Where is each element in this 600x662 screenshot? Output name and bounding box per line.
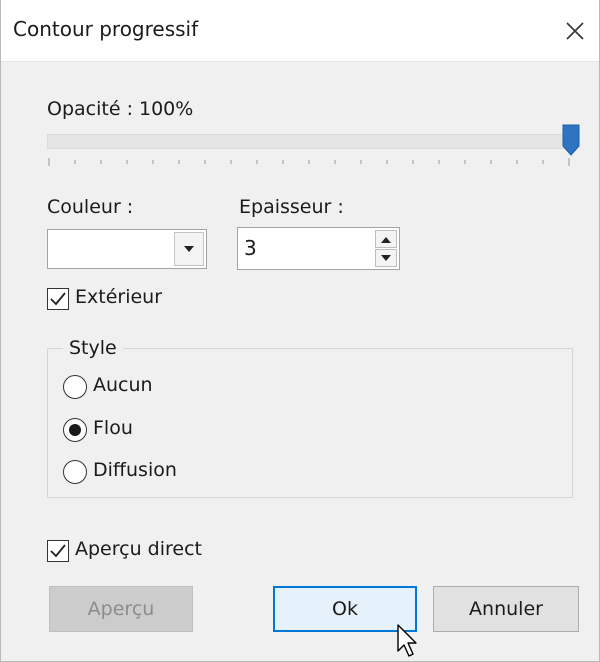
style-option-diffusion-label[interactable]: Diffusion [93, 459, 177, 481]
preview-button[interactable]: Aperçu [49, 586, 193, 632]
close-icon [566, 22, 584, 40]
dialog-title: Contour progressif [13, 17, 199, 41]
style-option-blur-label[interactable]: Flou [93, 417, 133, 439]
opacity-slider-ticks [48, 158, 570, 166]
style-legend: Style [63, 337, 123, 359]
color-label: Couleur : [47, 196, 134, 218]
mouse-cursor-icon [397, 624, 417, 657]
opacity-slider-thumb[interactable] [562, 124, 580, 156]
opacity-label: Opacité : 100% [47, 98, 194, 120]
title-bar: Contour progressif [1, 0, 599, 62]
arrow-down-icon [381, 254, 391, 261]
thickness-value[interactable]: 3 [244, 236, 257, 260]
checkmark-icon [50, 292, 66, 306]
color-dropdown-button[interactable] [174, 232, 204, 266]
cancel-button[interactable]: Annuler [433, 586, 579, 632]
style-radio-diffusion[interactable] [63, 460, 87, 484]
exterior-checkbox[interactable] [47, 288, 69, 310]
exterior-label[interactable]: Extérieur [75, 286, 162, 308]
thickness-label: Epaisseur : [239, 196, 344, 218]
live-preview-checkbox[interactable] [47, 540, 69, 562]
radio-selected-dot [69, 424, 81, 436]
checkmark-icon [50, 544, 66, 558]
live-preview-label[interactable]: Aperçu direct [75, 538, 202, 560]
thickness-spinner[interactable]: 3 [237, 227, 400, 270]
style-radio-none[interactable] [63, 375, 87, 399]
thickness-increment-button[interactable] [375, 230, 397, 248]
color-dropdown[interactable] [47, 229, 207, 269]
opacity-slider-track[interactable] [47, 134, 573, 149]
arrow-up-icon [381, 236, 391, 243]
thickness-decrement-button[interactable] [375, 249, 397, 267]
chevron-down-icon [184, 246, 194, 252]
dialog-window: Contour progressif Opacité : 100% Couleu… [0, 0, 600, 662]
close-button[interactable] [555, 8, 595, 54]
style-option-none-label[interactable]: Aucun [93, 374, 153, 396]
style-radio-blur[interactable] [63, 418, 87, 442]
ok-button[interactable]: Ok [273, 586, 417, 632]
